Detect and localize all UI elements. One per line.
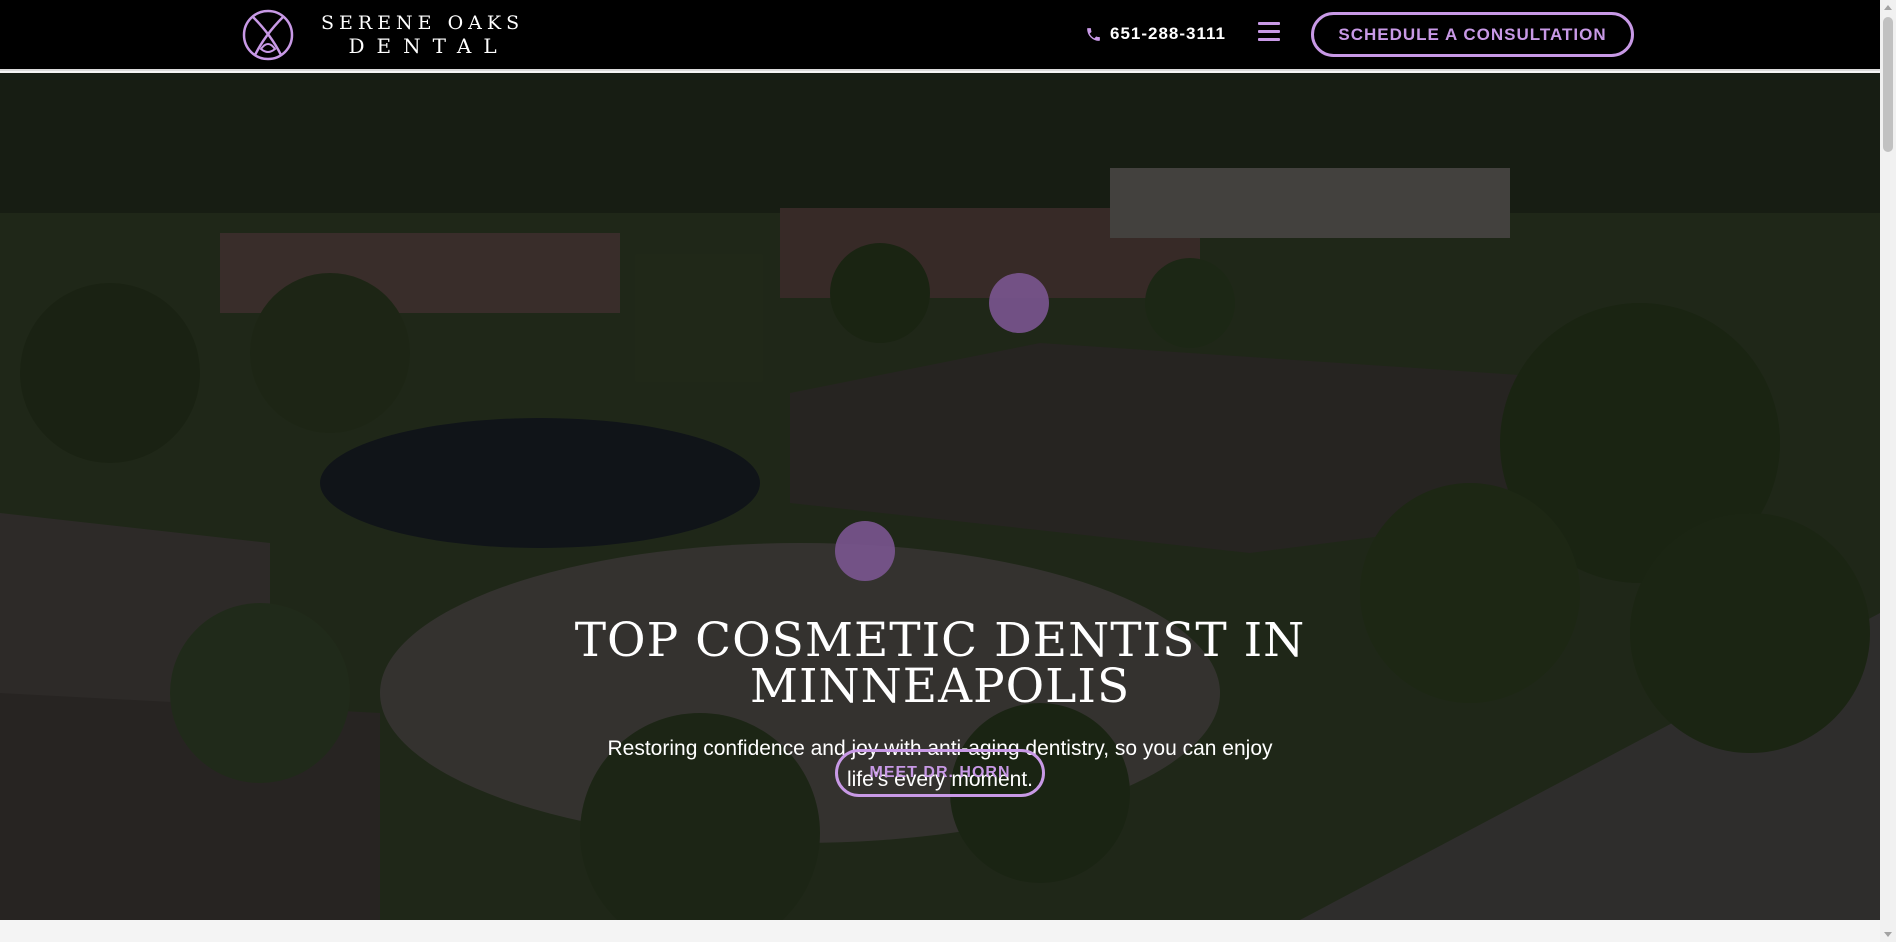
schedule-consultation-button[interactable]: SCHEDULE A CONSULTATION	[1311, 12, 1634, 57]
logo-text: SERENE OAKS DENTAL	[321, 12, 525, 58]
phone-link[interactable]: 651-288-3111	[1085, 24, 1226, 44]
menu-bar	[1258, 38, 1280, 41]
meet-dr-horn-button[interactable]: MEET DR. HORN	[835, 749, 1045, 797]
decorative-dot	[989, 273, 1049, 333]
hamburger-menu-icon[interactable]	[1258, 22, 1280, 44]
logo-line1: SERENE OAKS	[321, 12, 525, 34]
menu-bar	[1258, 30, 1280, 33]
hero-title: TOP COSMETIC DENTIST IN MINNEAPOLIS	[0, 613, 1880, 714]
scroll-down-arrow-icon[interactable]	[1884, 932, 1892, 937]
hero-title-line2: MINNEAPOLIS	[749, 659, 1131, 714]
logo[interactable]: SERENE OAKS DENTAL	[241, 9, 524, 61]
scroll-thumb[interactable]	[1883, 17, 1893, 152]
phone-icon	[1087, 27, 1100, 41]
scroll-up-arrow-icon[interactable]	[1884, 5, 1892, 10]
decorative-dot	[835, 521, 895, 581]
phone-number: 651-288-3111	[1110, 24, 1226, 43]
site-header: SERENE OAKS DENTAL 651-288-3111 SCHEDULE…	[0, 0, 1880, 71]
logo-line2: DENTAL	[348, 34, 509, 58]
menu-bar	[1258, 22, 1280, 25]
logo-mark-icon	[242, 9, 294, 61]
scrollbar[interactable]	[1880, 0, 1896, 942]
hero-title-line1: TOP COSMETIC DENTIST IN	[574, 613, 1306, 668]
